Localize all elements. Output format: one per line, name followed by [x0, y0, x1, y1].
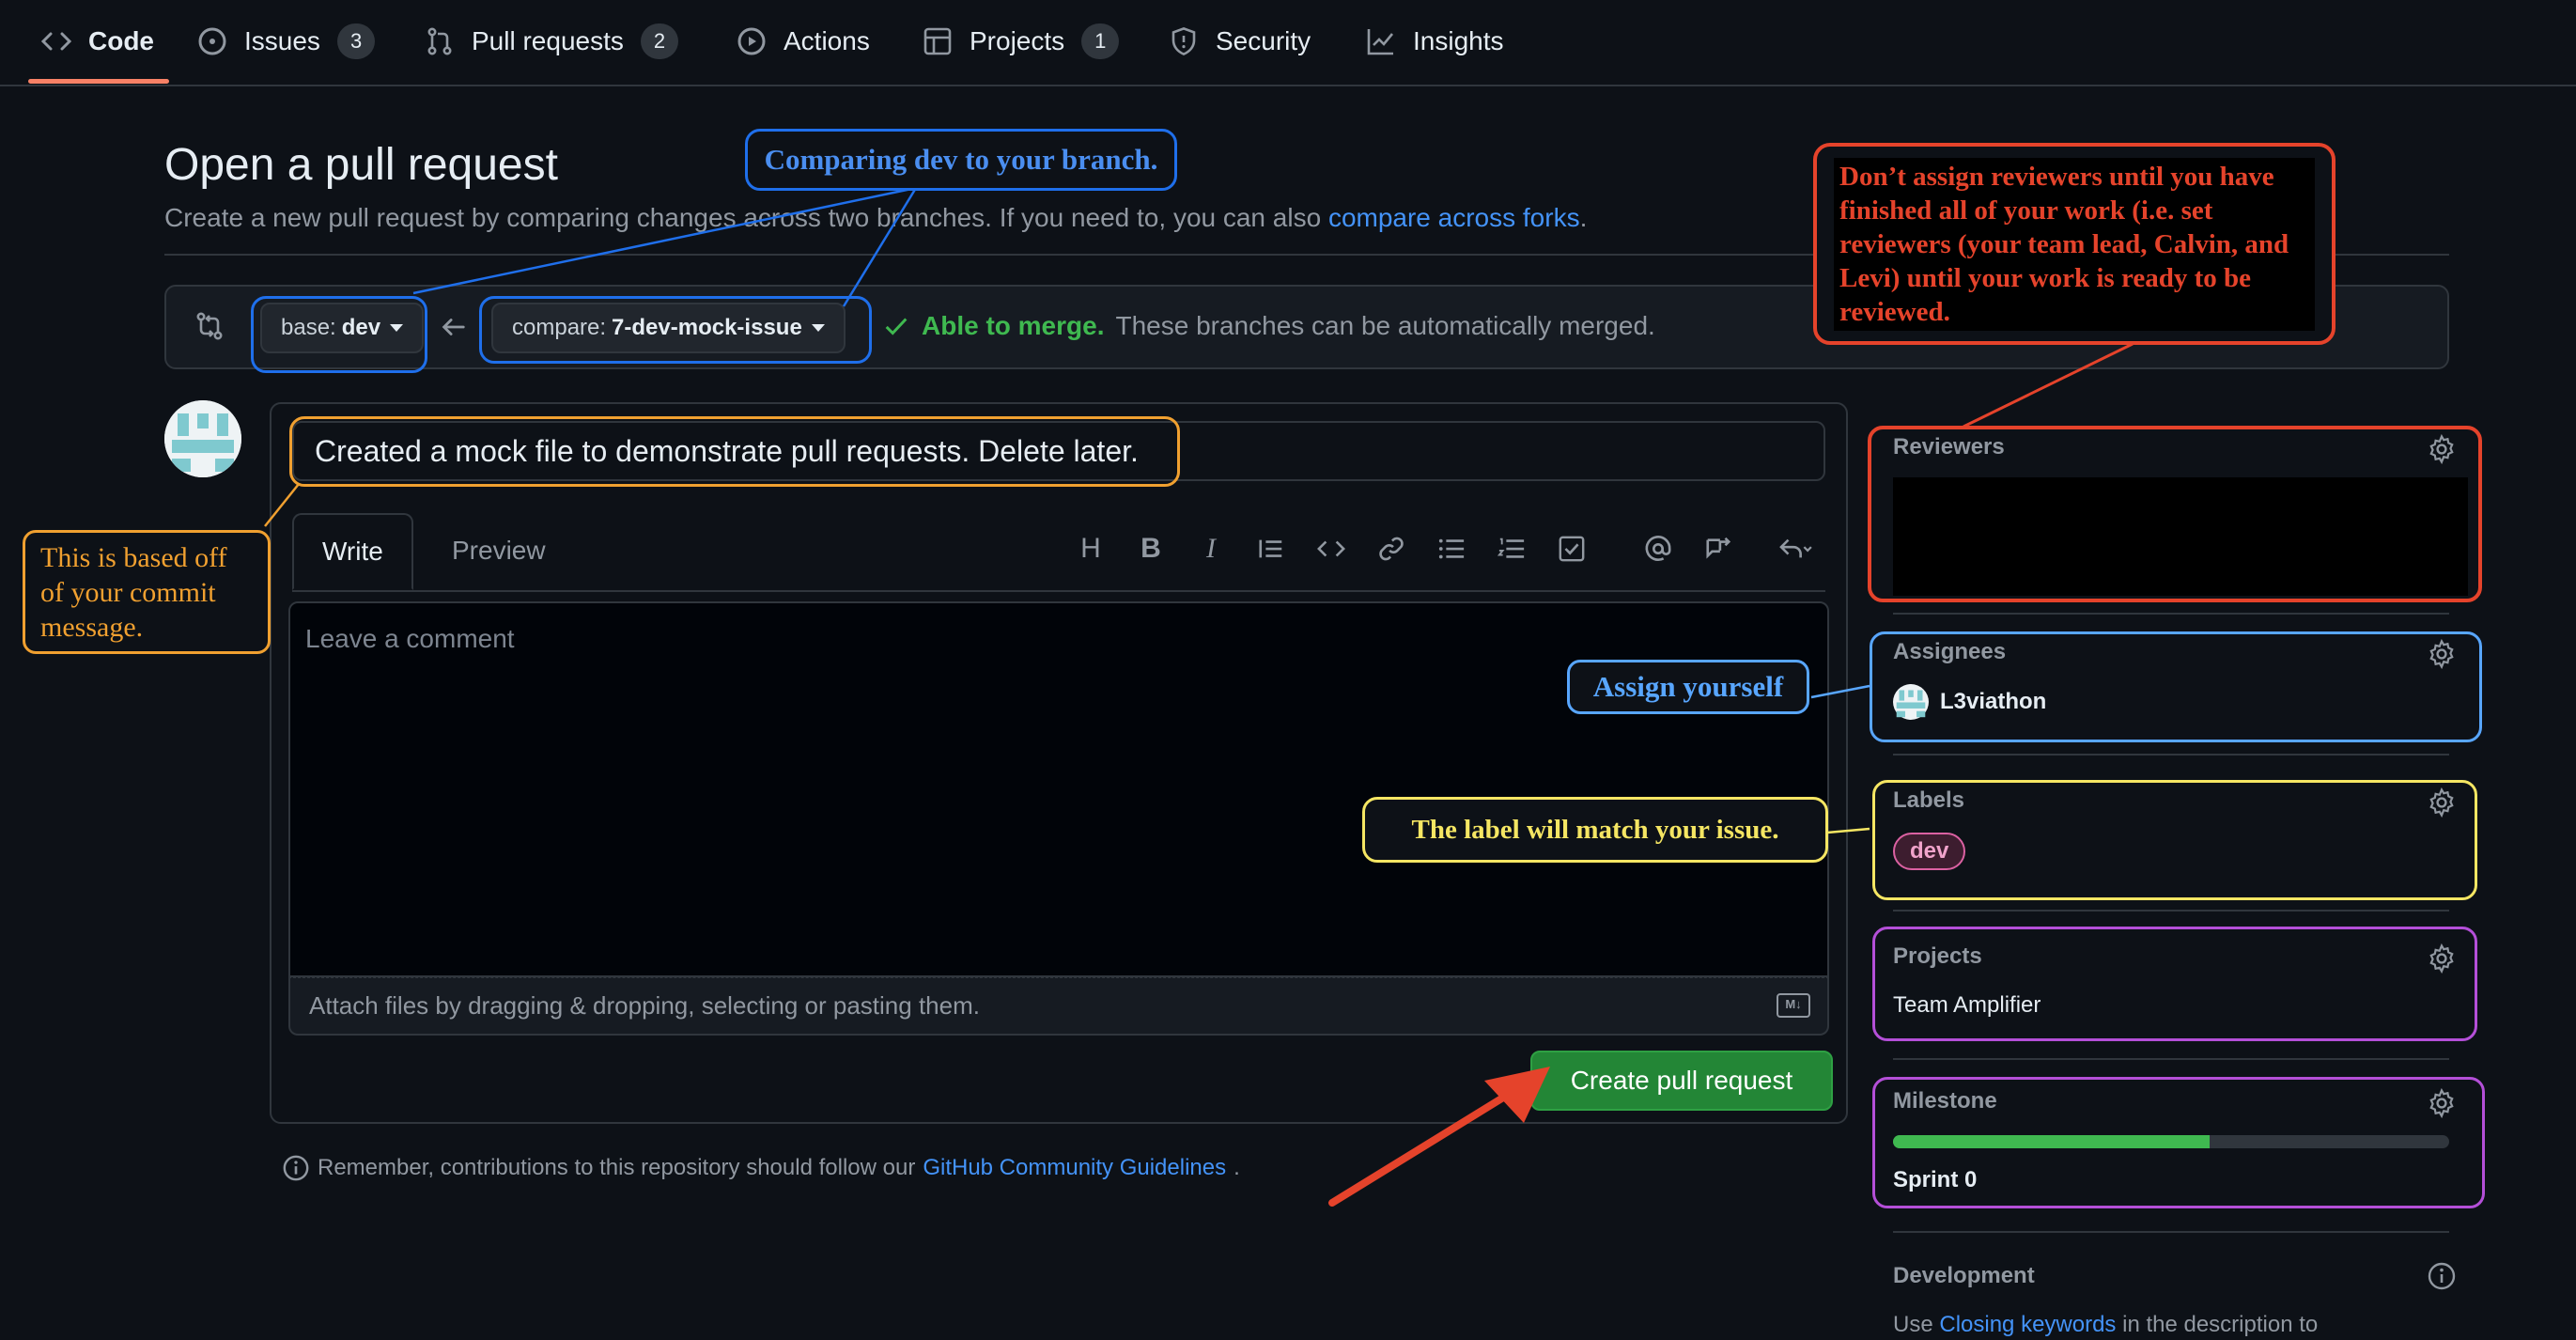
compare-branch-highlight: [479, 296, 872, 364]
projects-highlight: [1872, 927, 2477, 1041]
note-assign-yourself: Assign yourself: [1567, 660, 1809, 714]
note-comparing: Comparing dev to your branch.: [745, 129, 1177, 191]
base-branch-highlight: [251, 296, 427, 373]
title-highlight: [289, 416, 1180, 487]
milestone-highlight: [1872, 1077, 2485, 1208]
reviewers-highlight: [1868, 426, 2482, 602]
note-reviewers: Don’t assign reviewers until you have fi…: [1813, 143, 2335, 345]
assignees-highlight: [1870, 631, 2482, 742]
labels-highlight: [1872, 780, 2477, 900]
note-reviewers-text: Don’t assign reviewers until you have fi…: [1834, 158, 2315, 331]
note-commit-message: This is based off of your commit message…: [23, 530, 271, 654]
note-label: The label will match your issue.: [1362, 797, 1828, 863]
